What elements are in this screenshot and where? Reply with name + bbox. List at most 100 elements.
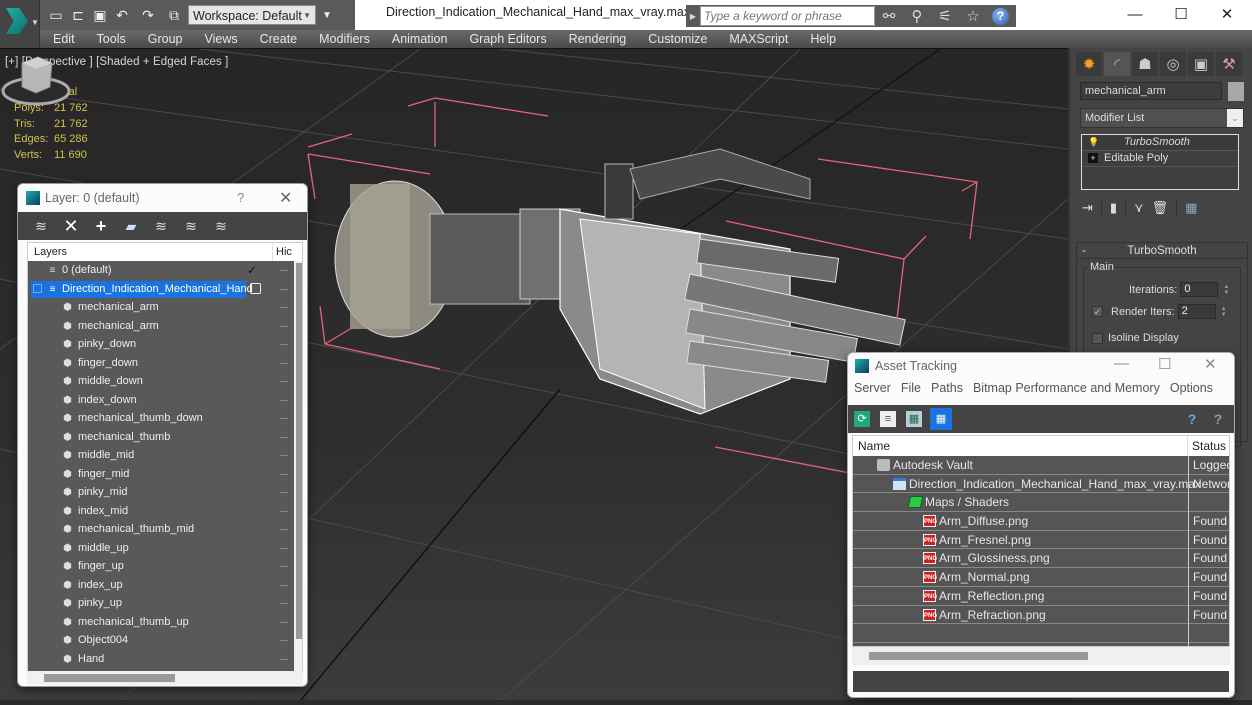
display-icon[interactable]: ▣ bbox=[1188, 52, 1214, 76]
scrollbar-thumb[interactable] bbox=[296, 263, 302, 639]
satellite-icon[interactable]: ⚟ bbox=[936, 7, 954, 25]
asset-path-field[interactable] bbox=[851, 669, 1231, 694]
hide-toggle[interactable] bbox=[280, 566, 288, 567]
layer-object-row[interactable]: ⬢ mechanical_arm bbox=[28, 298, 302, 317]
create-icon[interactable]: ✹ bbox=[1076, 52, 1102, 76]
menu-file[interactable]: File bbox=[895, 381, 925, 401]
layer-object-row[interactable]: ⬢ pinky_mid bbox=[28, 483, 302, 502]
render-iters-field[interactable]: 2 bbox=[1177, 304, 1216, 319]
tree-view-icon[interactable]: ▦ bbox=[906, 411, 922, 427]
object-color-swatch[interactable] bbox=[1228, 82, 1244, 101]
close-button[interactable]: ✕ bbox=[279, 188, 292, 208]
menu-server[interactable]: Server bbox=[848, 381, 895, 401]
layer-object-row[interactable]: ⬢ mechanical_thumb_up bbox=[28, 613, 302, 632]
column-header-status[interactable]: Status bbox=[1188, 436, 1226, 456]
layer-object-row[interactable]: ⬢ Hand bbox=[28, 650, 302, 669]
hide-toggle[interactable] bbox=[280, 381, 288, 382]
menu-create[interactable]: Create bbox=[249, 32, 309, 46]
column-header-hide[interactable]: Hic bbox=[273, 243, 292, 261]
hide-toggle[interactable] bbox=[280, 436, 288, 438]
hide-toggle[interactable] bbox=[280, 362, 288, 364]
hide-toggle[interactable] bbox=[280, 418, 288, 419]
hide-toggle[interactable] bbox=[280, 473, 288, 475]
hide-toggle[interactable] bbox=[280, 510, 288, 512]
dialog-title-bar[interactable]: Layer: 0 (default) ? ✕ bbox=[18, 184, 307, 212]
viewcube-icon[interactable] bbox=[0, 49, 72, 109]
asset-row[interactable]: Autodesk Vault Loggec bbox=[853, 456, 1229, 475]
hide-toggle[interactable] bbox=[280, 658, 288, 660]
isoline-display-checkbox[interactable] bbox=[1092, 332, 1103, 344]
menu-paths[interactable]: Paths bbox=[925, 381, 967, 401]
spinner-arrows-icon[interactable]: ▲ ▼ bbox=[1219, 306, 1229, 318]
remove-modifier-icon[interactable]: 🗑 bbox=[1152, 200, 1169, 216]
menu-edit[interactable]: Edit bbox=[40, 32, 86, 46]
modifier-list-dropdown[interactable]: Modifier List ⌄ bbox=[1080, 108, 1244, 128]
help-disabled-icon[interactable]: ? bbox=[1210, 411, 1226, 427]
minimize-button[interactable]: — bbox=[1112, 2, 1158, 28]
key-icon[interactable]: ⚲ bbox=[908, 7, 926, 25]
show-end-result-icon[interactable]: ▮ bbox=[1110, 200, 1117, 216]
save-icon[interactable]: ▣ bbox=[92, 7, 108, 23]
menu-group[interactable]: Group bbox=[137, 32, 194, 46]
layer-object-row[interactable]: ⬢ pinky_down bbox=[28, 335, 302, 354]
configure-modifier-sets-icon[interactable]: ▦ bbox=[1185, 200, 1197, 216]
list-view-icon[interactable]: ≡ bbox=[880, 411, 896, 427]
delete-icon[interactable]: ✕ bbox=[62, 217, 80, 235]
layer-object-row[interactable]: ⬢ mechanical_arm bbox=[28, 317, 302, 336]
hide-toggle[interactable] bbox=[280, 307, 288, 308]
asset-row[interactable]: PNG Arm_Refraction.png Found bbox=[853, 605, 1229, 625]
layer-object-row[interactable]: ⬢ finger_up bbox=[28, 557, 302, 576]
asset-row[interactable]: PNG Arm_Diffuse.png Found bbox=[853, 512, 1229, 532]
redo-icon[interactable]: ↷ bbox=[136, 7, 160, 23]
pin-stack-icon[interactable]: ⇥ bbox=[1082, 200, 1093, 216]
stack-item-turbosmooth[interactable]: 💡 TurboSmooth bbox=[1082, 135, 1238, 151]
expand-plus-icon[interactable]: + bbox=[1088, 153, 1098, 163]
hide-toggle[interactable] bbox=[280, 399, 288, 401]
layer-row-hand[interactable]: ≡ Direction_Indication_Mechanical_Hand bbox=[28, 280, 302, 299]
asset-row[interactable]: Maps / Shaders bbox=[853, 493, 1229, 513]
undo-icon[interactable]: ↶ bbox=[114, 7, 130, 23]
close-button[interactable]: ✕ bbox=[1204, 355, 1217, 373]
menu-modifiers[interactable]: Modifiers bbox=[308, 32, 381, 46]
select-objects-icon[interactable]: ▰ bbox=[122, 217, 140, 235]
menu-views[interactable]: Views bbox=[193, 32, 248, 46]
new-file-icon[interactable]: ▭ bbox=[48, 7, 64, 23]
menu-maxscript[interactable]: MAXScript bbox=[718, 32, 799, 46]
hide-toggle[interactable] bbox=[280, 288, 288, 290]
asset-row[interactable]: PNG Arm_Normal.png Found bbox=[853, 568, 1229, 588]
spinner-arrows-icon[interactable]: ▲ ▼ bbox=[1221, 284, 1231, 296]
make-unique-icon[interactable]: ⋎ bbox=[1134, 200, 1144, 216]
layer-object-row[interactable]: ⬢ finger_down bbox=[28, 354, 302, 373]
hierarchy-icon[interactable]: ☗ bbox=[1132, 52, 1158, 76]
modify-icon[interactable]: ◜ bbox=[1104, 52, 1130, 76]
object-name-field[interactable]: mechanical_arm bbox=[1080, 82, 1222, 100]
horizontal-scrollbar[interactable] bbox=[852, 647, 1230, 665]
workspace-dropdown[interactable]: Workspace: Default ▼ bbox=[188, 5, 316, 25]
render-iters-checkbox[interactable]: ✓ bbox=[1092, 306, 1103, 317]
hide-toggle[interactable] bbox=[280, 621, 288, 623]
collapse-toggle[interactable] bbox=[33, 283, 42, 293]
horizontal-scrollbar[interactable] bbox=[27, 671, 303, 685]
star-icon[interactable]: ☆ bbox=[964, 7, 982, 25]
menu-graph-editors[interactable]: Graph Editors bbox=[458, 32, 557, 46]
open-file-icon[interactable]: ⊏ bbox=[70, 7, 86, 23]
hide-toggle[interactable] bbox=[280, 603, 288, 604]
highlight-layer-icon[interactable]: ≋ bbox=[152, 217, 170, 235]
table-view-icon[interactable]: ▦ bbox=[930, 408, 952, 430]
layer-object-row[interactable]: ⬢ mechanical_thumb_mid bbox=[28, 520, 302, 539]
column-header-layers[interactable]: Layers bbox=[28, 243, 273, 261]
asset-row[interactable]: PNG Arm_Reflection.png Found bbox=[853, 586, 1229, 606]
vertical-scrollbar[interactable] bbox=[294, 261, 302, 671]
help-button[interactable]: ? bbox=[237, 190, 244, 205]
stack-item-editable-poly[interactable]: + Editable Poly bbox=[1082, 151, 1238, 167]
menu-options[interactable]: Options bbox=[1164, 381, 1217, 401]
menu-bitmap-performance[interactable]: Bitmap Performance and Memory bbox=[967, 381, 1164, 401]
motion-icon[interactable]: ◎ bbox=[1160, 52, 1186, 76]
hide-toggle[interactable] bbox=[280, 584, 288, 586]
iterations-field[interactable]: 0 bbox=[1180, 282, 1219, 297]
hide-toggle[interactable] bbox=[280, 325, 288, 327]
layer-object-row[interactable]: ⬢ mechanical_thumb_down bbox=[28, 409, 302, 428]
lightbulb-icon[interactable]: 💡 bbox=[1088, 137, 1099, 147]
layer-object-row[interactable]: ⬢ index_mid bbox=[28, 502, 302, 521]
asset-row[interactable]: PNG Arm_Fresnel.png Found bbox=[853, 530, 1229, 550]
